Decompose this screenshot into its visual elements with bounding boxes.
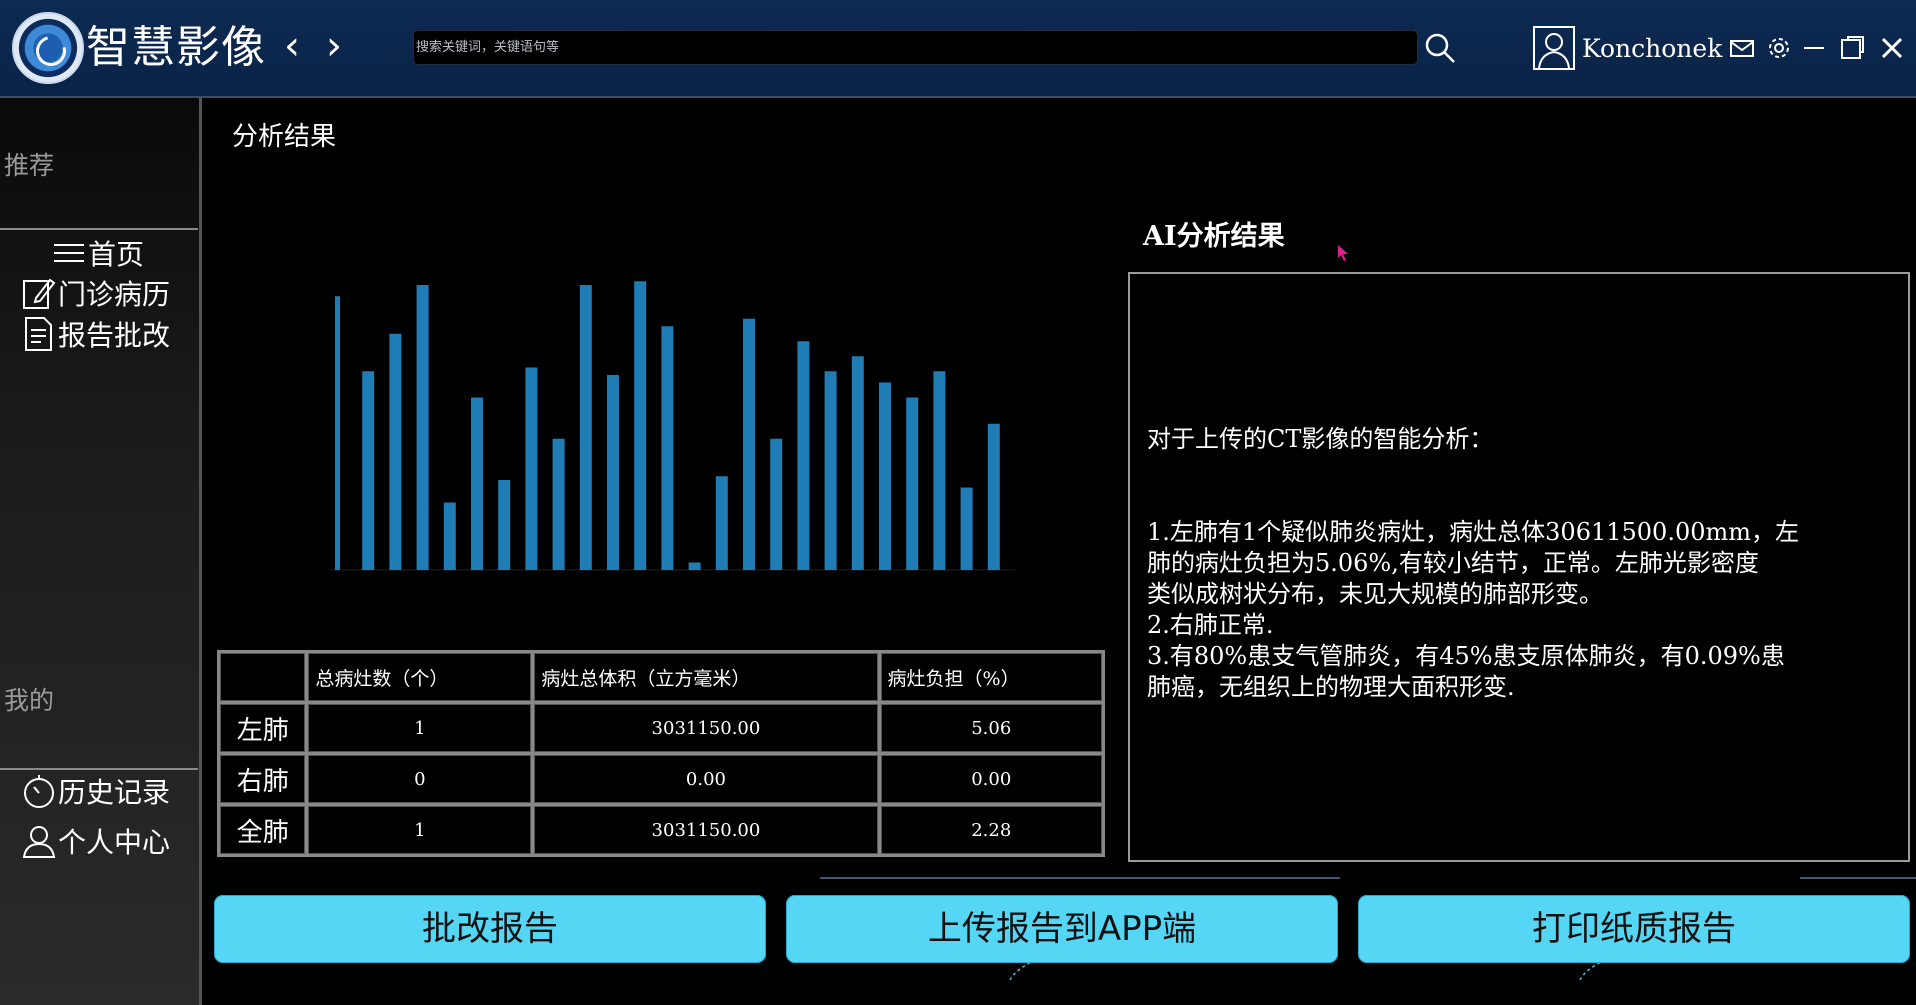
chart-bar <box>715 476 728 570</box>
table-cell: 1 <box>308 704 532 752</box>
upload-report-button[interactable]: 上传报告到APP端 <box>786 895 1338 963</box>
table-row: 左肺 1 3031150.00 5.06 <box>220 704 1102 752</box>
ai-result-title: AI分析结果 <box>1143 221 1285 252</box>
sidebar-item-label: 个人中心 <box>58 826 171 859</box>
review-report-button[interactable]: 批改报告 <box>214 895 766 963</box>
table-cell: 0.00 <box>880 755 1102 803</box>
table-cell: 0.00 <box>534 755 878 803</box>
chart-bar <box>661 326 674 570</box>
sidebar-item-report-review[interactable]: 报告批改 <box>20 314 170 354</box>
table-row-label: 左肺 <box>220 704 306 752</box>
bar-chart <box>331 281 1015 571</box>
mail-icon[interactable] <box>1728 34 1756 62</box>
ai-result-text: 对于上传的CT影像的智能分析： 1.左肺有1个疑似肺炎病灶，病灶总体306115… <box>1147 424 1857 703</box>
table-cell: 3031150.00 <box>534 704 878 752</box>
table-cell: 0 <box>308 755 532 803</box>
sidebar-item-profile[interactable]: 个人中心 <box>20 821 170 861</box>
ai-intro-text: 对于上传的CT影像的智能分析： <box>1147 425 1494 453</box>
chart-bar <box>770 438 783 570</box>
chart-bar <box>552 438 565 570</box>
table-cell: 2.28 <box>880 806 1102 854</box>
back-arrow-icon[interactable]: ‹ <box>276 26 308 68</box>
table-cell: 5.06 <box>880 704 1102 752</box>
sidebar-divider <box>0 228 198 230</box>
chart-bar <box>688 562 701 570</box>
sidebar-divider <box>0 768 198 770</box>
chart-bar <box>824 371 837 570</box>
mouse-cursor-icon <box>1338 245 1348 261</box>
ai-result-line: 3.有80%患支气管肺炎，有45%患支原体肺炎，有0.09%患 <box>1147 642 1785 670</box>
table-header-cell: 病灶负担（%） <box>880 653 1102 701</box>
restore-window-icon[interactable] <box>1838 34 1866 62</box>
section-title: 分析结果 <box>232 122 337 152</box>
result-table: 总病灶数（个） 病灶总体积（立方毫米） 病灶负担（%） 左肺 1 3031150… <box>217 650 1105 857</box>
table-header-cell: 病灶总体积（立方毫米） <box>534 653 878 701</box>
document-icon <box>25 317 52 351</box>
chart-bar <box>879 382 891 570</box>
forward-arrow-icon[interactable]: › <box>318 26 350 68</box>
ai-result-line: 1.左肺有1个疑似肺炎病灶，病灶总体30611500.00mm，左 <box>1147 518 1800 546</box>
stopwatch-icon <box>24 775 54 808</box>
chart-bar <box>634 281 647 570</box>
sidebar-item-label: 首页 <box>88 238 145 271</box>
chart-bar <box>498 480 511 570</box>
sidebar: 推荐 首页 门诊病历 报告批改 我的 历史记录 个人中心 <box>0 98 202 1005</box>
table-header-cell <box>220 653 306 701</box>
search-input[interactable]: 搜索关键词，关键语句等 <box>413 30 1418 65</box>
table-row: 全肺 1 3031150.00 2.28 <box>220 806 1102 854</box>
menu-icon <box>54 244 84 262</box>
table-cell: 3031150.00 <box>534 806 878 854</box>
chart-bar <box>389 333 402 570</box>
ai-result-line: 类似成树状分布，未见大规模的肺部形变。 <box>1147 580 1603 608</box>
chart-bar <box>525 367 538 570</box>
title-bar: 智慧影像 ‹ › 搜索关键词，关键语句等 Konchonek <box>0 0 1916 98</box>
sidebar-item-label: 报告批改 <box>58 319 171 352</box>
chart-bar <box>335 296 340 570</box>
table-header-cell: 总病灶数（个） <box>308 653 532 701</box>
sidebar-item-history[interactable]: 历史记录 <box>20 771 170 811</box>
ai-result-line: 肺的病灶负担为5.06%,有较小结节，正常。左肺光影密度 <box>1147 549 1759 577</box>
chart-bar <box>362 371 375 570</box>
mine-heading: 我的 <box>4 686 55 715</box>
chart-bar <box>743 318 755 570</box>
chart-bar <box>851 356 864 570</box>
table-row-label: 右肺 <box>220 755 306 803</box>
edit-icon <box>23 278 56 309</box>
sidebar-item-clinic-records[interactable]: 门诊病历 <box>20 273 170 313</box>
app-title: 智慧影像 <box>86 22 266 73</box>
chart-bar <box>987 423 1000 570</box>
chart-bar <box>933 371 946 570</box>
sidebar-item-label: 历史记录 <box>58 776 171 809</box>
chart-bar <box>797 341 810 570</box>
settings-gear-icon[interactable] <box>1765 34 1793 62</box>
chart-bar <box>607 375 619 570</box>
table-row: 右肺 0 0.00 0.00 <box>220 755 1102 803</box>
chart-bar <box>960 487 973 570</box>
username[interactable]: Konchonek <box>1582 32 1722 66</box>
table-row-label: 全肺 <box>220 806 306 854</box>
table-header-row: 总病灶数（个） 病灶总体积（立方毫米） 病灶负担（%） <box>220 653 1102 701</box>
recommend-heading: 推荐 <box>4 151 55 180</box>
user-avatar-icon[interactable] <box>1533 26 1575 70</box>
chart-bar <box>471 397 483 570</box>
chart-bar <box>443 502 456 570</box>
search-icon[interactable] <box>1422 30 1458 66</box>
minimize-icon[interactable] <box>1800 34 1828 62</box>
table-cell: 1 <box>308 806 532 854</box>
sidebar-item-home[interactable]: 首页 <box>50 233 144 273</box>
close-icon[interactable] <box>1878 34 1906 62</box>
ai-result-line: 肺癌，无组织上的物理大面积形变. <box>1147 673 1515 701</box>
print-report-button[interactable]: 打印纸质报告 <box>1358 895 1910 963</box>
app-logo-icon <box>12 12 84 84</box>
chart-bar <box>579 285 592 570</box>
ai-result-line: 2.右肺正常. <box>1147 611 1274 639</box>
user-icon <box>22 826 56 858</box>
chart-bar <box>416 285 429 570</box>
chart-bar <box>906 397 919 570</box>
sidebar-item-label: 门诊病历 <box>58 278 171 311</box>
